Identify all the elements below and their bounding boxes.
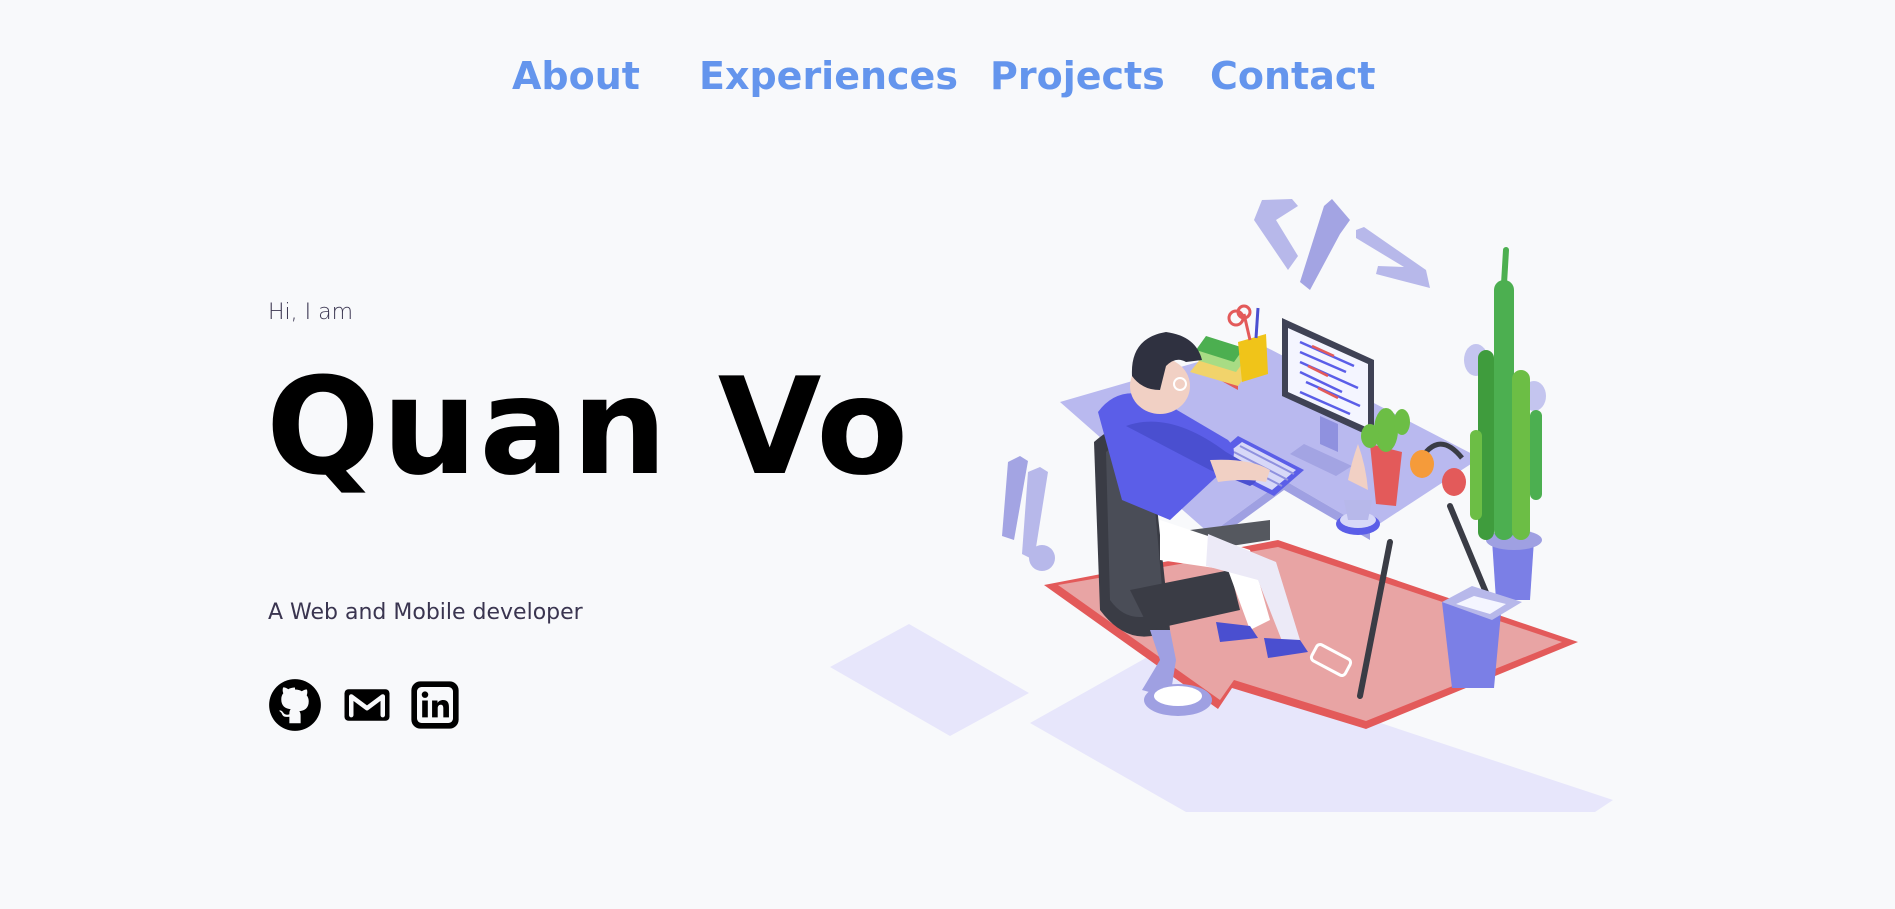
gmail-link[interactable] bbox=[340, 678, 394, 732]
gmail-icon bbox=[344, 689, 390, 721]
nav-link-projects[interactable]: Projects bbox=[990, 48, 1165, 104]
hero-name: Quan Vo bbox=[266, 349, 911, 505]
hero-role: A Web and Mobile developer bbox=[268, 600, 583, 625]
code-symbol bbox=[1254, 199, 1430, 290]
github-link[interactable] bbox=[268, 678, 322, 732]
developer-illustration bbox=[830, 199, 1613, 812]
nav-link-about[interactable]: About bbox=[512, 48, 640, 104]
linkedin-icon bbox=[411, 681, 459, 729]
github-icon bbox=[269, 679, 321, 731]
hero-greeting: Hi, I am bbox=[268, 300, 354, 325]
big-cactus bbox=[1470, 247, 1542, 600]
linkedin-link[interactable] bbox=[408, 678, 462, 732]
nav-link-experiences[interactable]: Experiences bbox=[699, 48, 958, 104]
main-nav: About Experiences Projects Contact bbox=[0, 48, 1895, 104]
nav-link-contact[interactable]: Contact bbox=[1210, 48, 1376, 104]
